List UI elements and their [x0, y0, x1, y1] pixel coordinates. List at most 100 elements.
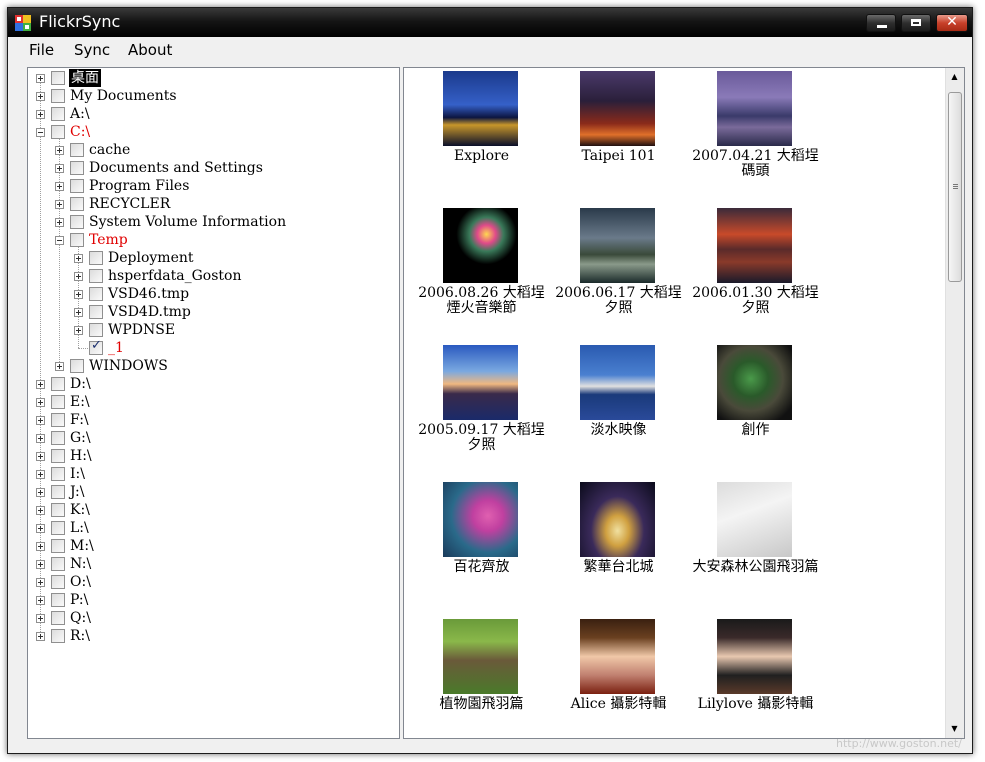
- expand-icon[interactable]: [36, 380, 45, 389]
- tree-node[interactable]: RECYCLER: [55, 195, 385, 213]
- tree-node[interactable]: M:\: [36, 537, 366, 555]
- tree-node[interactable]: cache: [55, 141, 385, 159]
- expand-icon[interactable]: [36, 560, 45, 569]
- expand-icon[interactable]: [36, 470, 45, 479]
- photo-thumbnail[interactable]: [580, 482, 655, 557]
- photo-thumbnail[interactable]: [580, 345, 655, 420]
- folder-tree[interactable]: 桌面 My Documents A:\ C:\ cache Documents and S…: [27, 67, 400, 739]
- photo-item[interactable]: 淡水映像: [551, 345, 686, 455]
- node-checkbox[interactable]: [51, 503, 65, 517]
- node-checkbox[interactable]: [51, 593, 65, 607]
- photo-item[interactable]: Explore: [414, 71, 549, 181]
- tree-node[interactable]: Deployment: [74, 249, 399, 267]
- node-checkbox[interactable]: [89, 305, 103, 319]
- tree-node[interactable]: VSD46.tmp: [74, 285, 399, 303]
- node-checkbox[interactable]: ✓: [89, 338, 103, 355]
- expand-icon[interactable]: [55, 218, 64, 227]
- node-checkbox[interactable]: [51, 575, 65, 589]
- node-checkbox[interactable]: [70, 197, 84, 211]
- tree-node[interactable]: G:\: [36, 429, 366, 447]
- photo-thumbnail[interactable]: [443, 345, 518, 420]
- photo-thumbnail[interactable]: [580, 208, 655, 283]
- menu-sync[interactable]: Sync: [74, 41, 110, 59]
- expand-icon[interactable]: [74, 308, 83, 317]
- expand-icon[interactable]: [36, 434, 45, 443]
- photo-gallery[interactable]: ▲ ▼ Explore Taipei 101 2007.04.21 大稻埕碼頭 200…: [403, 67, 965, 739]
- expand-icon[interactable]: [36, 488, 45, 497]
- node-checkbox[interactable]: [70, 359, 84, 373]
- tree-node[interactable]: Program Files: [55, 177, 385, 195]
- photo-thumbnail[interactable]: [580, 619, 655, 694]
- scroll-up-button[interactable]: ▲: [946, 68, 963, 85]
- minimize-button[interactable]: [866, 14, 896, 32]
- tree-node[interactable]: O:\: [36, 573, 366, 591]
- tree-node[interactable]: WINDOWS: [55, 357, 385, 375]
- expand-icon[interactable]: [36, 110, 45, 119]
- node-checkbox[interactable]: [89, 287, 103, 301]
- tree-node[interactable]: E:\: [36, 393, 366, 411]
- node-checkbox[interactable]: [51, 125, 65, 139]
- expand-icon[interactable]: [36, 74, 45, 83]
- node-checkbox[interactable]: [51, 395, 65, 409]
- node-checkbox[interactable]: [51, 89, 65, 103]
- expand-icon[interactable]: [74, 326, 83, 335]
- photo-thumbnail[interactable]: [717, 482, 792, 557]
- vertical-scrollbar[interactable]: ▲ ▼: [945, 68, 964, 738]
- node-checkbox[interactable]: [51, 449, 65, 463]
- tree-node[interactable]: 桌面: [36, 69, 366, 87]
- expand-icon[interactable]: [36, 92, 45, 101]
- tree-node[interactable]: hsperfdata_Goston: [74, 267, 399, 285]
- tree-node[interactable]: Documents and Settings: [55, 159, 385, 177]
- photo-item[interactable]: 百花齊放: [414, 482, 549, 592]
- node-checkbox[interactable]: [89, 251, 103, 265]
- node-checkbox[interactable]: [51, 539, 65, 553]
- tree-node[interactable]: ✓ _1: [74, 338, 399, 357]
- tree-node[interactable]: C:\: [36, 123, 366, 141]
- tree-node[interactable]: System Volume Information: [55, 213, 385, 231]
- expand-icon[interactable]: [36, 578, 45, 587]
- photo-thumbnail[interactable]: [717, 71, 792, 146]
- expand-icon[interactable]: [36, 542, 45, 551]
- photo-thumbnail[interactable]: [443, 619, 518, 694]
- close-button[interactable]: ✕: [936, 14, 968, 32]
- tree-node[interactable]: My Documents: [36, 87, 366, 105]
- photo-item[interactable]: 2005.09.17 大稻埕夕照: [414, 345, 549, 455]
- photo-thumbnail[interactable]: [717, 345, 792, 420]
- tree-node[interactable]: WPDNSE: [74, 321, 399, 339]
- tree-node[interactable]: R:\: [36, 627, 366, 645]
- tree-node[interactable]: D:\: [36, 375, 366, 393]
- expand-icon[interactable]: [36, 596, 45, 605]
- node-checkbox[interactable]: [70, 161, 84, 175]
- node-checkbox[interactable]: [51, 629, 65, 643]
- node-checkbox[interactable]: [89, 323, 103, 337]
- photo-item[interactable]: 創作: [688, 345, 823, 455]
- tree-node[interactable]: Q:\: [36, 609, 366, 627]
- expand-icon[interactable]: [36, 614, 45, 623]
- tree-node[interactable]: N:\: [36, 555, 366, 573]
- expand-icon[interactable]: [55, 200, 64, 209]
- expand-icon[interactable]: [36, 398, 45, 407]
- expand-icon[interactable]: [74, 290, 83, 299]
- tree-node[interactable]: J:\: [36, 483, 366, 501]
- node-checkbox[interactable]: [51, 485, 65, 499]
- photo-item[interactable]: 植物園飛羽篇: [414, 619, 549, 729]
- photo-item[interactable]: 繁華台北城: [551, 482, 686, 592]
- photo-item[interactable]: 2006.01.30 大稻埕夕照: [688, 208, 823, 318]
- tree-node[interactable]: K:\: [36, 501, 366, 519]
- tree-node[interactable]: A:\: [36, 105, 366, 123]
- node-checkbox[interactable]: [51, 557, 65, 571]
- tree-node[interactable]: H:\: [36, 447, 366, 465]
- node-checkbox[interactable]: [70, 215, 84, 229]
- expand-icon[interactable]: [36, 506, 45, 515]
- tree-node[interactable]: Temp: [55, 231, 385, 249]
- node-checkbox[interactable]: [51, 71, 65, 85]
- node-checkbox[interactable]: [51, 467, 65, 481]
- photo-thumbnail[interactable]: [443, 208, 518, 283]
- tree-node[interactable]: F:\: [36, 411, 366, 429]
- photo-item[interactable]: 2006.06.17 大稻埕夕照: [551, 208, 686, 318]
- node-checkbox[interactable]: [70, 179, 84, 193]
- photo-thumbnail[interactable]: [717, 619, 792, 694]
- expand-icon[interactable]: [74, 254, 83, 263]
- menu-about[interactable]: About: [128, 41, 172, 59]
- node-checkbox[interactable]: [51, 431, 65, 445]
